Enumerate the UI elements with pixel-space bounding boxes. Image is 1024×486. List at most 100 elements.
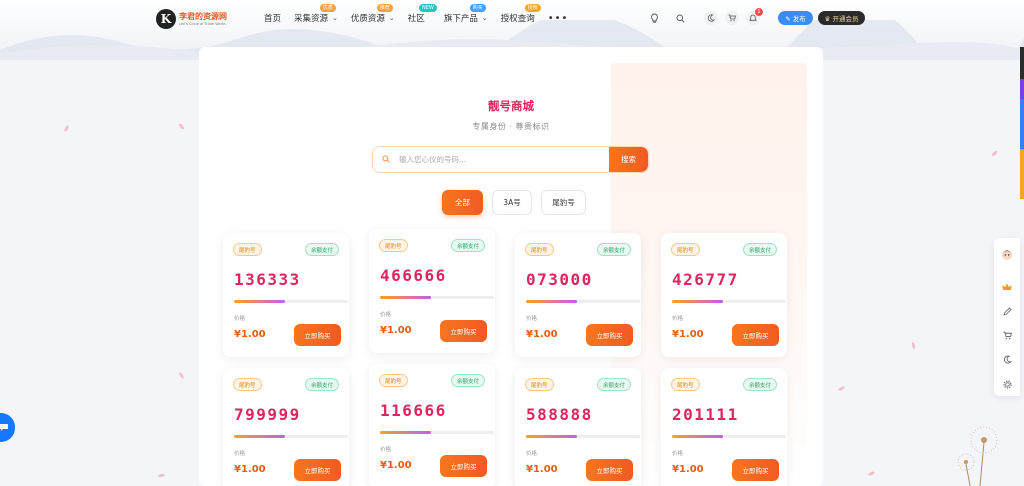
- card-progress-fill: [234, 300, 286, 303]
- card-price: ¥1.00: [526, 329, 558, 340]
- price-label: 价格: [526, 316, 538, 322]
- chat-support-button[interactable]: [0, 413, 15, 442]
- side-color-strip: [1020, 79, 1024, 99]
- side-color-strip: [1020, 99, 1024, 149]
- number-card[interactable]: 尾豹号 余额支付 426777 价格 ¥1.00 立即购买: [661, 233, 787, 357]
- chevron-down-icon: ⌄: [332, 14, 338, 22]
- buy-now-button[interactable]: 立即购买: [732, 459, 779, 481]
- cart-icon[interactable]: [999, 327, 1015, 343]
- nav-item-premium[interactable]: 优质资源 ⌄ 推荐: [351, 4, 395, 24]
- tail-tag: 尾豹号: [525, 243, 554, 256]
- filter-all[interactable]: 全部: [442, 190, 483, 215]
- number-card[interactable]: 尾豹号 余额支付 466666 价格 ¥1.00 立即购买: [369, 229, 495, 353]
- moon-icon[interactable]: [704, 11, 718, 25]
- chevron-down-icon: ⌄: [388, 14, 395, 22]
- number-card[interactable]: 尾豹号 余额支付 588888 价格 ¥1.00 立即购买: [515, 368, 641, 486]
- buy-now-button[interactable]: 立即购买: [440, 320, 487, 342]
- nav-item-products[interactable]: 旗下产品 ⌄ 购买: [443, 4, 488, 24]
- nav-badge: 推荐: [376, 4, 393, 12]
- balance-pay-tag: 余额支付: [450, 239, 485, 252]
- search-bar: 搜索: [372, 146, 649, 173]
- number-card[interactable]: 尾豹号 余额支付 116666 价格 ¥1.00 立即购买: [369, 364, 495, 486]
- petal-decoration: [157, 473, 166, 478]
- card-number: 588888: [526, 405, 593, 424]
- filter-tail[interactable]: 尾豹号: [541, 190, 586, 215]
- price-label: 价格: [234, 451, 246, 457]
- filter-3a[interactable]: 3A号: [492, 190, 532, 215]
- card-number: 073000: [526, 270, 593, 289]
- number-card[interactable]: 尾豹号 余额支付 073000 价格 ¥1.00 立即购买: [515, 233, 641, 357]
- card-progress-fill: [234, 435, 286, 438]
- balance-pay-tag: 余额支付: [450, 374, 485, 387]
- search-icon: [373, 154, 399, 165]
- nav-badge: 购买: [469, 4, 486, 12]
- number-card[interactable]: 尾豹号 余额支付 201111 价格 ¥1.00 立即购买: [661, 368, 787, 486]
- card-progress-fill: [526, 435, 578, 438]
- search-icon[interactable]: [673, 11, 687, 25]
- card-number: 426777: [672, 270, 739, 289]
- petal-decoration: [178, 122, 185, 131]
- petal-decoration: [178, 371, 185, 380]
- nav-item-collect[interactable]: 采集资源 ⌄ 优质: [294, 4, 338, 24]
- balance-pay-tag: 余额支付: [596, 378, 631, 391]
- bell-icon[interactable]: 1: [746, 8, 763, 25]
- crown-icon[interactable]: [999, 279, 1015, 295]
- petal-decoration: [837, 385, 846, 392]
- gear-icon[interactable]: [999, 376, 1015, 392]
- buy-now-button[interactable]: 立即购买: [294, 324, 341, 346]
- card-progress: [380, 296, 494, 299]
- card-progress: [672, 435, 786, 438]
- card-number: 116666: [380, 401, 447, 420]
- search-input[interactable]: [399, 155, 609, 164]
- buy-now-button[interactable]: 立即购买: [586, 459, 633, 481]
- publish-button[interactable]: ✎ 发布: [778, 11, 813, 25]
- card-price: ¥1.00: [234, 329, 266, 340]
- nav-item-community[interactable]: 社区 NEW: [408, 4, 437, 24]
- buy-now-button[interactable]: 立即购买: [440, 455, 487, 477]
- avatar[interactable]: [999, 246, 1015, 262]
- pencil-icon[interactable]: [999, 303, 1015, 319]
- tail-tag: 尾豹号: [379, 374, 408, 387]
- moon-icon[interactable]: [999, 351, 1015, 367]
- tail-tag: 尾豹号: [379, 239, 408, 252]
- buy-now-button[interactable]: 立即购买: [586, 324, 633, 346]
- vip-button[interactable]: ♛ 开通会员: [818, 11, 865, 25]
- balance-pay-tag: 余额支付: [596, 243, 631, 256]
- price-label: 价格: [672, 451, 684, 457]
- filter-tabs: 全部 3A号 尾豹号: [442, 190, 595, 215]
- nav-label: 旗下产品: [443, 14, 478, 24]
- petal-decoration: [867, 470, 876, 477]
- card-price: ¥1.00: [672, 464, 704, 475]
- card-number: 201111: [672, 405, 739, 424]
- notification-badge: 1: [755, 8, 763, 16]
- card-progress-fill: [672, 300, 724, 303]
- nav-badge: 优质: [319, 4, 336, 12]
- nav-item-license[interactable]: 授权查询 授权: [501, 4, 541, 24]
- nav-item-home[interactable]: 首页: [264, 12, 281, 24]
- nav-label: 采集资源: [294, 14, 329, 24]
- search-button[interactable]: 搜索: [609, 147, 648, 172]
- right-floating-bar: [994, 238, 1020, 396]
- side-color-strip: [1020, 149, 1024, 199]
- card-price: ¥1.00: [526, 464, 558, 475]
- buy-now-button[interactable]: 立即购买: [732, 324, 779, 346]
- more-menu-icon[interactable]: •••: [548, 13, 569, 24]
- cart-icon[interactable]: [725, 11, 739, 25]
- dandelion-decoration: [957, 426, 998, 486]
- balance-pay-tag: 余额支付: [304, 378, 339, 391]
- card-progress-fill: [380, 296, 432, 299]
- buy-now-button[interactable]: 立即购买: [294, 459, 341, 481]
- number-card[interactable]: 尾豹号 余额支付 136333 价格 ¥1.00 立即购买: [223, 233, 349, 357]
- number-card[interactable]: 尾豹号 余额支付 799999 价格 ¥1.00 立即购买: [223, 368, 349, 486]
- price-label: 价格: [526, 451, 538, 457]
- tail-tag: 尾豹号: [233, 243, 262, 256]
- card-price: ¥1.00: [380, 460, 412, 471]
- card-progress: [380, 431, 494, 434]
- side-color-strip: [1020, 47, 1024, 79]
- top-header: K 李君的资源网 Lee's Circle of Trade Works 首页 …: [0, 0, 1024, 36]
- tail-tag: 尾豹号: [671, 378, 700, 391]
- site-logo[interactable]: K 李君的资源网 Lee's Circle of Trade Works: [156, 9, 227, 29]
- card-price: ¥1.00: [672, 329, 704, 340]
- tail-tag: 尾豹号: [525, 378, 554, 391]
- lightbulb-icon[interactable]: [647, 11, 661, 25]
